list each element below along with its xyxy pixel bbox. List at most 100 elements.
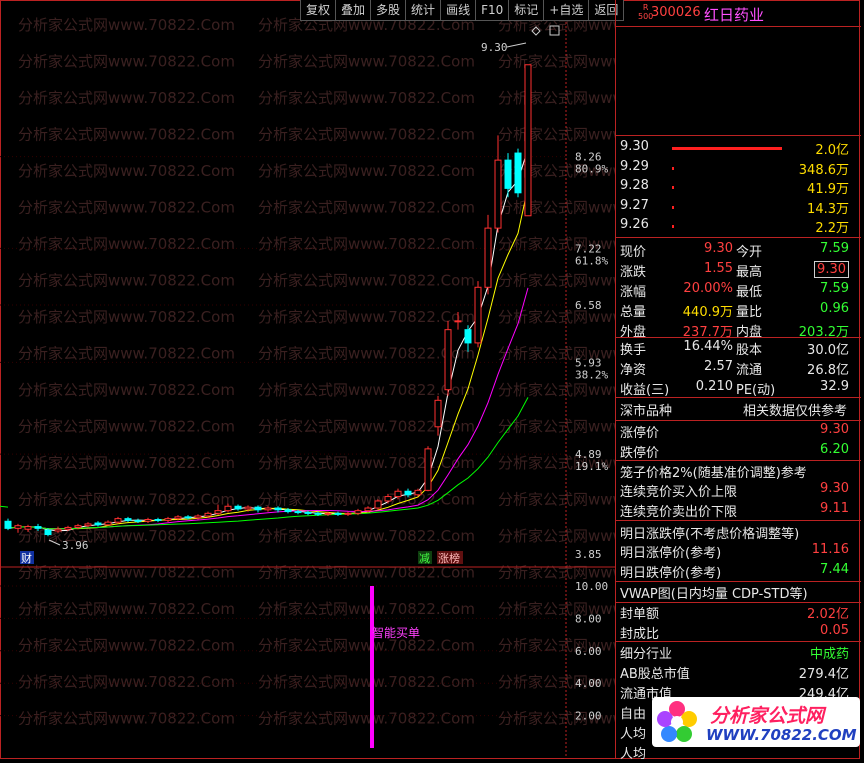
watermark-text: 分析家公式网www.70822.Com (258, 564, 475, 582)
watermark-text: 分析家公式网www.70822.Com (498, 53, 615, 71)
watermark-text: 分析家公式网www.70822.Com (258, 491, 475, 509)
candle[interactable] (504, 153, 512, 198)
candle[interactable] (334, 511, 342, 516)
order-price: 9.28 (620, 178, 649, 193)
candle[interactable] (484, 214, 492, 295)
order-volume: 2.2万 (815, 221, 849, 236)
order-row[interactable]: 9.27 14.3万 (616, 198, 861, 217)
candle[interactable] (94, 521, 102, 527)
order-volume: 14.3万 (807, 201, 849, 217)
tomorrow-title: 明日涨跌停(不考虑价格调整等) (620, 527, 800, 542)
watermark-text: 分析家公式网www.70822.Com (258, 235, 475, 253)
watermark-text: 分析家公式网www.70822.Com (18, 16, 235, 34)
quote-row: 涨跌 1.55 最高 9.30 (616, 261, 861, 280)
quote-row: 换手 16.44% 股本 30.0亿 (620, 339, 849, 358)
watermark-text: 分析家公式网www.70822.Com (18, 454, 235, 472)
candle[interactable] (494, 135, 502, 233)
toolbar-button-5[interactable]: F10 (475, 0, 510, 21)
toolbar-button-7[interactable]: +自选 (543, 0, 590, 21)
watermark-text: 分析家公式网www.70822.Com (258, 308, 475, 326)
order-row[interactable]: 9.26 2.2万 (616, 217, 861, 236)
order-volume-bar (672, 225, 675, 228)
info-row: 连续竞价买入价上限 9.30 (620, 481, 849, 500)
high-low-marks: 9.30 3.96 (48, 41, 527, 552)
order-row[interactable]: 9.28 41.9万 (616, 178, 861, 197)
info-row: 涨停价 9.30 (620, 422, 849, 441)
watermark-text: 分析家公式网www.70822.Com (18, 564, 235, 582)
flower-icon (657, 701, 697, 742)
candle[interactable] (124, 516, 132, 523)
candle[interactable] (4, 518, 12, 531)
axis-label: 61.8% (575, 254, 608, 267)
candle[interactable] (234, 504, 242, 511)
watermark-text: 分析家公式网www.70822.Com (18, 235, 235, 253)
indicator-axis-label: 2.00 (575, 710, 602, 723)
candle[interactable] (424, 446, 432, 492)
toolbar-button-1[interactable]: 叠加 (335, 0, 372, 21)
info-row: AB股总市值 279.4亿 (620, 667, 849, 682)
order-volume-bar (672, 147, 782, 150)
axis-label: 80.9% (575, 163, 608, 176)
vwap-row[interactable]: VWAP图(日内均量 CDP-STD等) (616, 583, 861, 602)
watermark-text: 分析家公式网www.70822.Com (258, 272, 475, 290)
toolbar-button-3[interactable]: 统计 (405, 0, 442, 21)
site-logo: 分析家公式网 WWW.70822.COM (652, 697, 860, 747)
candle[interactable] (114, 516, 122, 524)
low-mark: 3.96 (62, 539, 89, 552)
indicator-axis-label: 10.00 (575, 580, 608, 593)
candle[interactable] (474, 281, 482, 348)
watermark-text: 分析家公式网www.70822.Com (18, 126, 235, 144)
watermark-text: 分析家公式网www.70822.Com (18, 673, 235, 691)
candle[interactable] (344, 511, 352, 516)
candle[interactable] (164, 516, 172, 523)
axis-label: 38.2% (575, 368, 608, 381)
watermark-text: 分析家公式网www.70822.Com (498, 491, 615, 509)
watermark-text: 分析家公式网www.70822.Com (18, 308, 235, 326)
candle[interactable] (104, 520, 112, 526)
candle[interactable] (524, 64, 532, 217)
axis-label: 3.85 (575, 548, 602, 561)
kline-chart[interactable]: 分析家公式网www.70822.Com 分析家公式网www.70822.Com 分析… (0, 0, 615, 759)
watermark-text: 分析家公式网www.70822.Com (18, 89, 235, 107)
watermark-text: 分析家公式网www.70822.Com (498, 418, 615, 436)
candle[interactable] (514, 148, 522, 198)
order-price: 9.30 (620, 139, 649, 154)
stock-name: 红日药业 (704, 6, 765, 24)
info-row: 明日跌停价(参考) 7.44 (620, 562, 849, 581)
stock-header: R 500 300026 红日药业 (616, 2, 861, 26)
info-row: 封单额 2.02亿 (620, 607, 849, 622)
toolbar-button-2[interactable]: 多股 (370, 0, 407, 21)
order-volume: 41.9万 (807, 182, 849, 197)
order-volume: 2.0亿 (815, 143, 849, 158)
quote-row: 现价 9.30 今开 7.59 (620, 241, 849, 260)
marker-jian: 减 (419, 552, 430, 565)
watermark-text: 分析家公式网www.70822.Com (498, 381, 615, 399)
cage-title: 笼子价格2%(随基准价调整)参考 (620, 466, 807, 481)
toolbar-button-0[interactable]: 复权 (300, 0, 337, 21)
toolbar: 复权 叠加 多股 统计 画线 F10 标记 +自选 返回 (300, 0, 625, 22)
marker-cai: 财 (21, 551, 32, 565)
toolbar-button-6[interactable]: 标记 (508, 0, 545, 21)
watermark-text: 分析家公式网www.70822.Com (258, 126, 475, 144)
high-mark: 9.30 (481, 41, 508, 54)
marker-zhangbang: 涨榜 (438, 551, 460, 565)
candle[interactable] (144, 517, 152, 524)
order-row[interactable]: 9.30 2.0亿 (616, 139, 861, 158)
candle[interactable] (374, 499, 382, 510)
order-row[interactable]: 9.29 348.6万 (616, 159, 861, 178)
candle[interactable] (154, 517, 162, 523)
market-row: 深市品种 相关数据仅供参考 (620, 404, 847, 419)
toolbar-button-4[interactable]: 画线 (440, 0, 477, 21)
watermark-text: 分析家公式网www.70822.Com (258, 381, 475, 399)
watermark-text: 分析家公式网www.70822.Com (258, 600, 475, 618)
watermark-text: 分析家公式网www.70822.Com (258, 710, 475, 728)
watermark-text: 分析家公式网www.70822.Com (18, 53, 235, 71)
quote-row: 收益(三) 0.210 PE(动) 32.9 (620, 379, 849, 398)
candle[interactable] (444, 320, 452, 396)
indicator-axis-label: 6.00 (575, 645, 602, 658)
order-price: 9.27 (620, 197, 649, 213)
info-row: 跌停价 6.20 (620, 442, 849, 461)
watermark-text: 分析家公式网www.70822.Com (258, 53, 475, 71)
watermark-text: 分析家公式网www.70822.Com (258, 527, 475, 545)
watermark-text: 分析家公式网www.70822.Com (18, 600, 235, 618)
